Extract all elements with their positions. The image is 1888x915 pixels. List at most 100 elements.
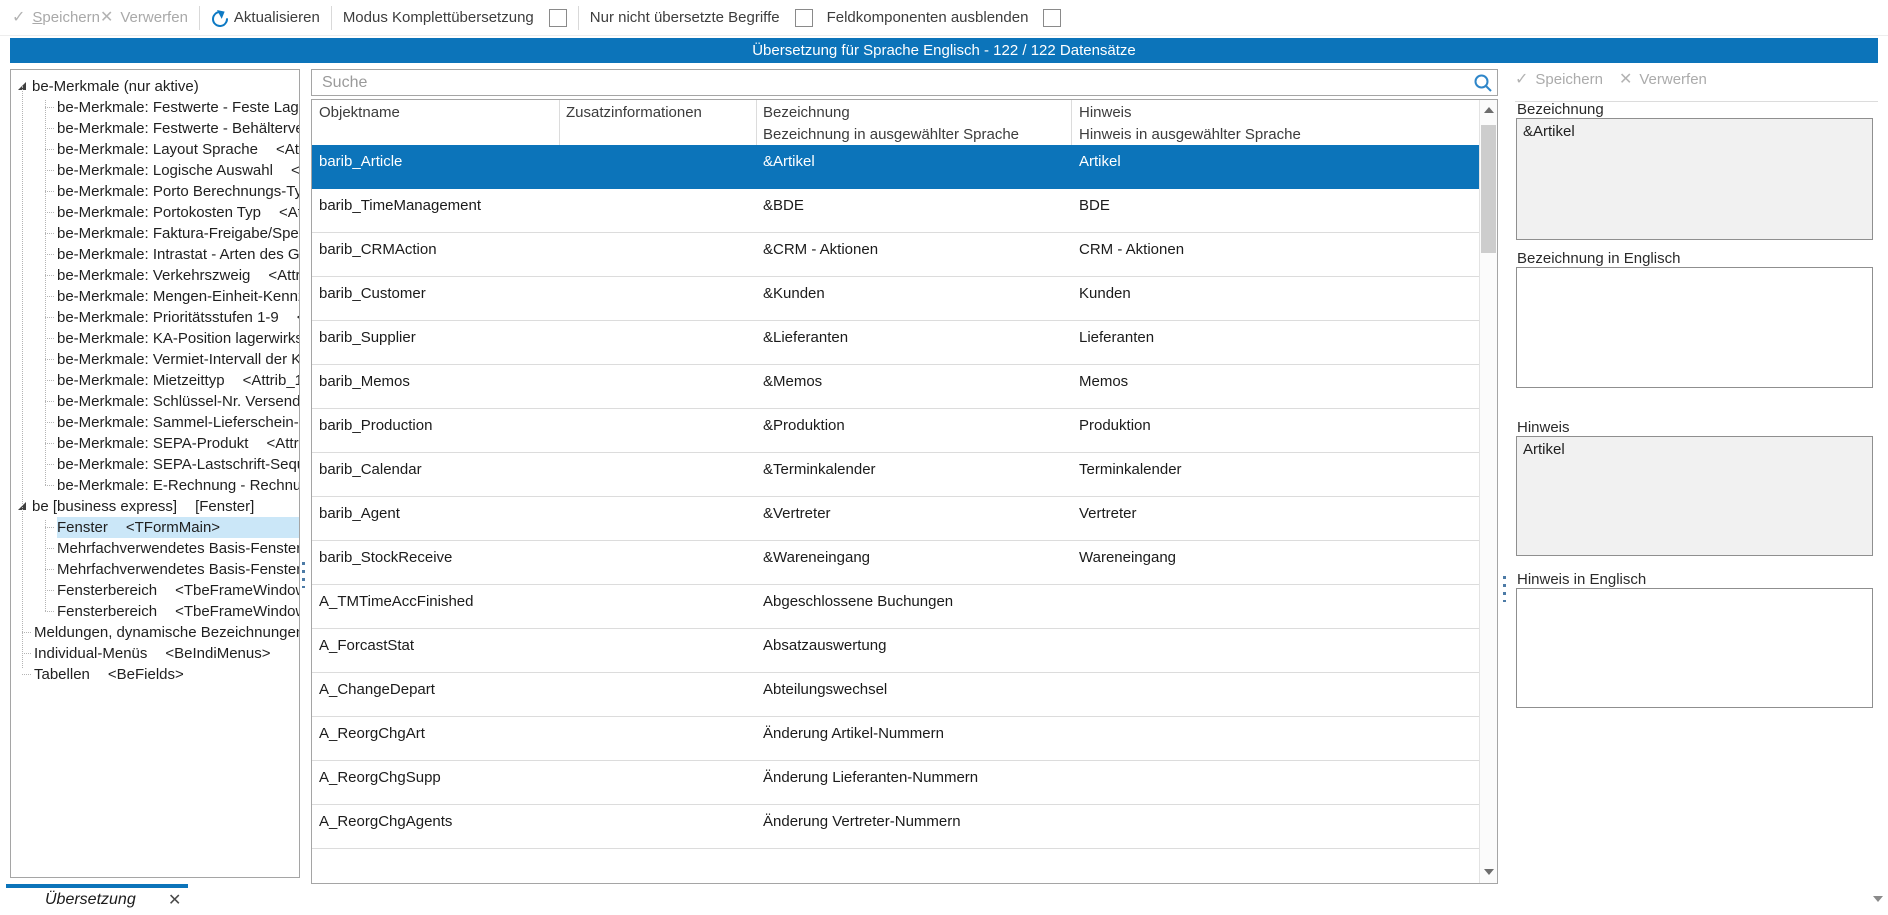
tree-item-label: be-Merkmale: Verkehrszweig<Attrib_10 [57,265,299,286]
search-icon[interactable] [1473,73,1493,93]
corner-dropdown-icon[interactable] [1873,896,1883,902]
tree-item[interactable]: be-Merkmale: SEPA-Produkt<Attrib_10: [11,433,299,454]
splitter-grip-right[interactable] [1503,576,1506,602]
untranslated-only-label: Nur nicht übersetzte Begriffe [590,9,780,26]
tree-connector [45,296,54,297]
tree-connector [45,359,54,360]
column-header-hinweis[interactable]: Hinweis [1079,104,1132,121]
bezeichnung-englisch-field[interactable] [1516,267,1873,388]
tree-item[interactable]: Fensterbereich<TbeFrameWindowNavi [11,601,299,622]
table-row[interactable]: A_ReorgChgSuppÄnderung Lieferanten-Numme… [312,761,1481,805]
hinweis-englisch-label: Hinweis in Englisch [1517,571,1646,588]
edit-discard-button[interactable]: ✕ Verwerfen [1619,71,1707,88]
untranslated-only-checkbox[interactable] [795,9,813,27]
hinweis-label: Hinweis [1517,419,1570,436]
header-divider [559,100,560,145]
tree-item[interactable]: be-Merkmale: Festwerte - Feste Lager-Grö [11,97,299,118]
table-row[interactable]: barib_Customer&KundenKunden [312,277,1481,321]
tree-item[interactable]: be-Merkmale: Logische Auswahl<Attrib [11,160,299,181]
tree-item[interactable]: Fensterbereich<TbeFrameWindowNavi [11,580,299,601]
table-row[interactable]: barib_Supplier&LieferantenLieferanten [312,321,1481,365]
tree-item[interactable]: be-Merkmale: Mengen-Einheit-Kennzeiche [11,286,299,307]
table-row[interactable]: A_ReorgChgArtÄnderung Artikel-Nummern [312,717,1481,761]
tree-item[interactable]: be-Merkmale: Porto Berechnungs-Typ< [11,181,299,202]
save-button[interactable]: ✓ Speichern [12,9,100,26]
refresh-button[interactable]: Aktualisieren [211,9,320,26]
table-row[interactable]: barib_Production&ProduktionProduktion [312,409,1481,453]
hinweis-field[interactable]: Artikel [1516,436,1873,556]
active-tab-indicator [6,884,188,888]
table-scrollbar[interactable] [1479,100,1497,883]
discard-button[interactable]: ✕ Verwerfen [100,9,188,26]
tree-connector [45,520,46,611]
tree-item[interactable]: Individual-Menüs<BeIndiMenus> [11,643,299,664]
splitter-grip-left[interactable] [302,562,305,588]
tree-item[interactable]: Fenster<TFormMain> [11,517,299,538]
tree-item[interactable]: be-Merkmale: SEPA-Lastschrift-Sequenz [11,454,299,475]
discard-button-label: Verwerfen [120,9,188,26]
tree-item[interactable]: be [business express][Fenster] [11,496,299,517]
column-subheader-hinweis-sprache[interactable]: Hinweis in ausgewählter Sprache [1079,126,1301,143]
tree-item[interactable]: Meldungen, dynamische Bezeichnungen und … [11,622,299,643]
tree-item[interactable]: be-Merkmale (nur aktive) [11,76,299,97]
tree-item-label: be-Merkmale: Portokosten Typ<Attrib_ [57,202,299,223]
tree-item[interactable]: Mehrfachverwendetes Basis-Fenster<Tl [11,559,299,580]
table-row[interactable]: barib_Memos&MemosMemos [312,365,1481,409]
hide-field-components-checkbox[interactable] [1043,9,1061,27]
table-row[interactable]: A_ReorgChgAgentsÄnderung Vertreter-Numme… [312,805,1481,849]
table-row[interactable]: barib_Calendar&TerminkalenderTerminkalen… [312,453,1481,497]
x-icon: ✕ [1619,72,1632,88]
tree-item[interactable]: be-Merkmale: KA-Position lagerwirksam [11,328,299,349]
edit-save-button[interactable]: ✓ Speichern [1515,71,1603,88]
table-row[interactable]: barib_CRMAction&CRM - AktionenCRM - Akti… [312,233,1481,277]
tree-item[interactable]: be-Merkmale: Portokosten Typ<Attrib_ [11,202,299,223]
table-row[interactable]: A_ForcastStatAbsatzauswertung [312,629,1481,673]
table-row[interactable]: barib_Agent&VertreterVertreter [312,497,1481,541]
refresh-icon [211,10,227,26]
scrollbar-thumb[interactable] [1481,125,1496,253]
hide-field-components-label: Feldkomponenten ausblenden [827,9,1029,26]
search-input[interactable] [320,71,1464,95]
bezeichnung-field[interactable]: &Artikel [1516,118,1873,240]
tree-item[interactable]: be-Merkmale: Intrastat - Arten des Gesch… [11,244,299,265]
column-subheader-bezeichnung-sprache[interactable]: Bezeichnung in ausgewählter Sprache [763,126,1019,143]
tree-connector [45,107,54,108]
tree-item[interactable]: be-Merkmale: Layout Sprache<Attrib_N [11,139,299,160]
column-header-bezeichnung[interactable]: Bezeichnung [763,104,850,121]
full-translation-mode-checkbox[interactable] [549,9,567,27]
scrollbar-down-arrow[interactable] [1480,862,1497,882]
tab-close-icon[interactable]: ✕ [168,890,181,910]
tree-connector [22,674,31,675]
tree-item[interactable]: be-Merkmale: Faktura-Freigabe/Sperre [11,223,299,244]
column-header-objektname[interactable]: Objektname [319,104,400,121]
tree-item[interactable]: be-Merkmale: Sammel-Lieferschein-Typ [11,412,299,433]
toolbar-separator [331,6,332,30]
tree-item[interactable]: be-Merkmale: Festwerte - Behälterverw. d… [11,118,299,139]
hinweis-englisch-field[interactable] [1516,588,1873,708]
tree-item[interactable]: be-Merkmale: Schlüssel-Nr. Versend.-Verf [11,391,299,412]
tree-item[interactable]: be-Merkmale: Mietzeittyp<Attrib_1023 [11,370,299,391]
column-header-zusatzinformationen[interactable]: Zusatzinformationen [566,104,702,121]
tree-item-label: be-Merkmale: Mengen-Einheit-Kennzeiche [57,286,299,307]
table-cell: Terminkalender [1079,461,1182,478]
bezeichnung-label: Bezeichnung [1517,101,1604,118]
table-row[interactable]: barib_TimeManagement&BDEBDE [312,189,1481,233]
check-icon: ✓ [1515,72,1528,88]
tab-uebersetzung[interactable]: Übersetzung [45,891,136,909]
edit-save-label: Speichern [1535,71,1603,88]
scrollbar-up-arrow[interactable] [1480,100,1497,120]
tree-item[interactable]: be-Merkmale: E-Rechnung - Rechnungstyp [11,475,299,496]
tree-item[interactable]: Mehrfachverwendetes Basis-Fenster<Tl [11,538,299,559]
table-row[interactable]: A_TMTimeAccFinishedAbgeschlossene Buchun… [312,585,1481,629]
translation-edit-panel: ✓ Speichern ✕ Verwerfen Bezeichnung &Art… [1515,69,1878,884]
table-row[interactable]: A_ChangeDepartAbteilungswechsel [312,673,1481,717]
tree-item[interactable]: be-Merkmale: Vermiet-Intervall der KA-Po… [11,349,299,370]
untranslated-only-option: Nur nicht übersetzte Begriffe [590,9,813,27]
table-row[interactable]: barib_Article&ArtikelArtikel [312,145,1481,189]
tree-item[interactable]: be-Merkmale: Prioritätsstufen 1-9<Attr [11,307,299,328]
tree-item[interactable]: Tabellen<BeFields> [11,664,299,685]
table-row[interactable]: barib_StockReceive&WareneingangWareneing… [312,541,1481,585]
tree-item[interactable]: be-Merkmale: Verkehrszweig<Attrib_10 [11,265,299,286]
tree-connector [45,422,54,423]
table-cell: &Produktion [763,417,845,434]
